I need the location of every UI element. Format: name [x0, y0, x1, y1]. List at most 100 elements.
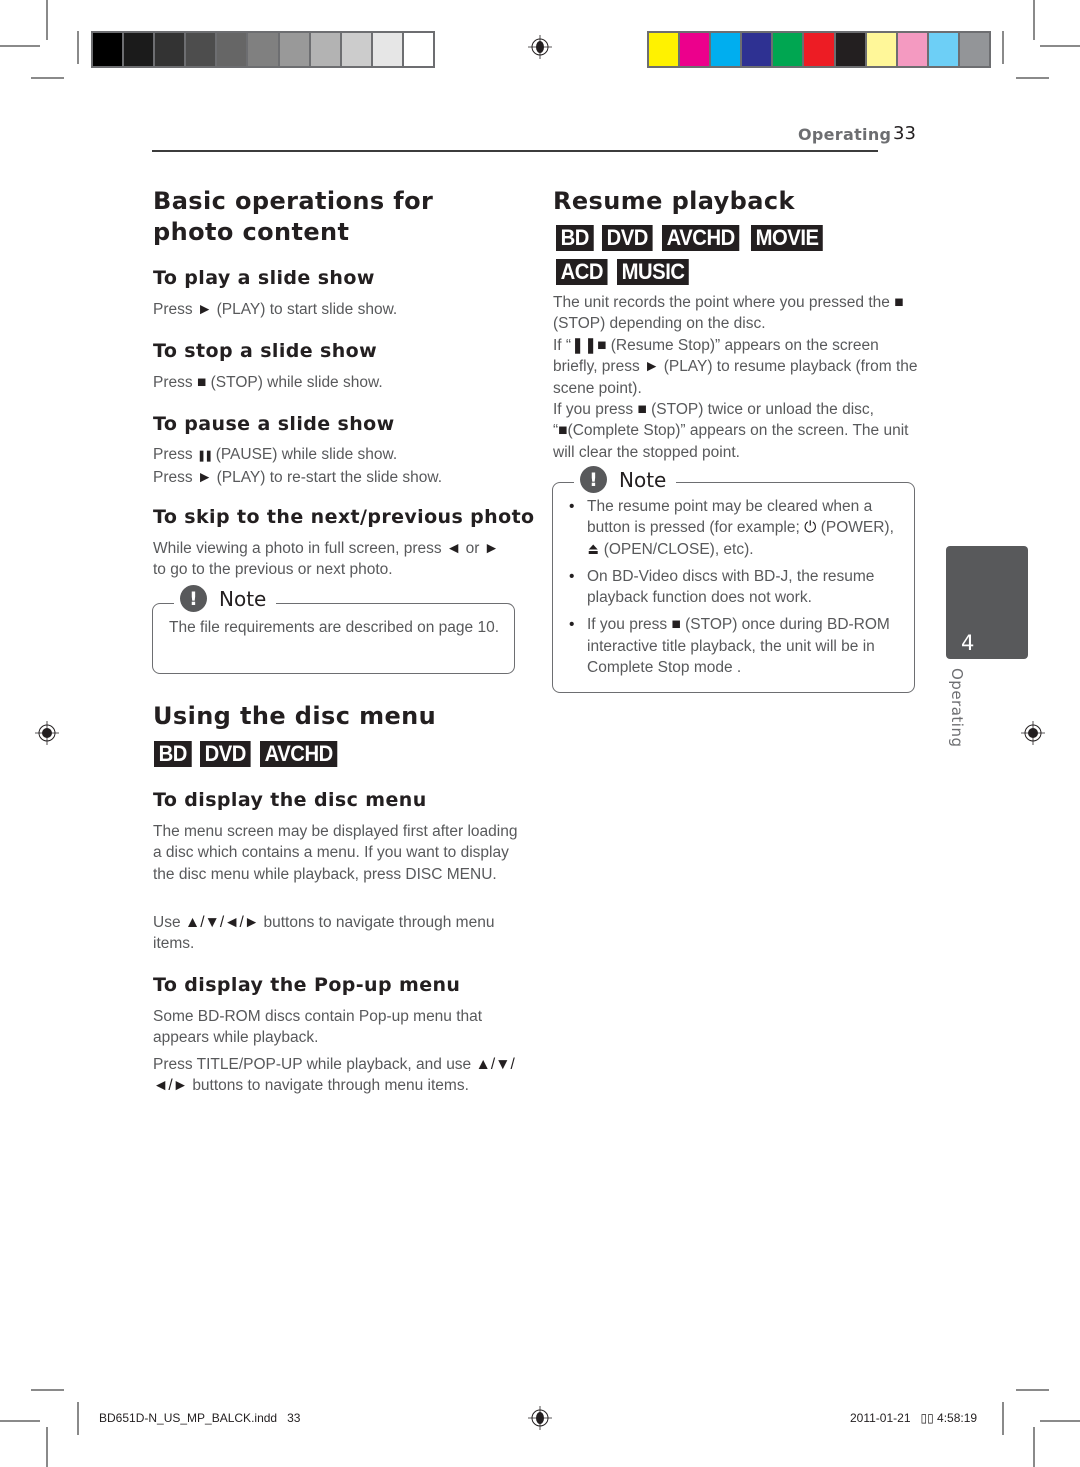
crop-mark [46, 0, 48, 40]
note-item: The resume point may be cleared when a b… [565, 496, 901, 560]
resume-stop-icon: ❚❚■ [571, 337, 607, 354]
gray-swatch [186, 33, 216, 66]
note-item: If you press ■ (STOP) once during BD-ROM… [565, 614, 901, 678]
text: Press TITLE/POP-UP while playback, and u… [153, 1056, 472, 1073]
crop-mark [31, 1389, 64, 1391]
chapter-label: Operating [948, 668, 966, 748]
exclamation-icon: ! [180, 585, 207, 612]
text: (PLAY) to re-start the slide show. [216, 469, 443, 487]
crop-mark [1002, 31, 1004, 64]
power-icon: ⏻ [804, 519, 817, 537]
crop-mark [1002, 1402, 1004, 1435]
left-arrow-icon: ◄ [445, 540, 462, 557]
crop-mark [31, 77, 64, 79]
note-item: On BD-Video discs with BD-J, the resume … [565, 566, 901, 609]
gray-swatch [248, 33, 278, 66]
text: Press [153, 469, 193, 487]
note-label: Note [219, 586, 267, 611]
text: (POWER), [820, 519, 894, 537]
text: The unit records the point where you pre… [553, 294, 890, 311]
paragraph-navigate: Use ▲/▼/◄/► buttons to navigate through … [153, 912, 513, 955]
color-bar [647, 31, 991, 68]
color-swatch [866, 33, 896, 66]
play-icon: ► [196, 469, 213, 487]
subheading-display-disc-menu: To display the disc menu [153, 789, 427, 811]
text: Use [153, 914, 181, 931]
registration-mark-icon [528, 35, 552, 59]
paragraph-popup-2: Press TITLE/POP-UP while playback, and u… [153, 1054, 523, 1097]
color-swatch [711, 33, 741, 66]
gray-swatch [93, 33, 123, 66]
text: If you press [553, 401, 634, 418]
stop-icon: ■ [671, 616, 681, 634]
paragraph-skip-photo: While viewing a photo in full screen, pr… [153, 538, 513, 581]
section-title-resume: Resume playback [553, 187, 795, 215]
subheading-stop-slideshow: To stop a slide show [153, 340, 378, 362]
crop-mark [0, 45, 40, 47]
crop-mark [1033, 0, 1035, 40]
note-label: Note [619, 467, 667, 492]
text: Press [153, 301, 193, 318]
disc-badge-avchd: AVCHD [259, 741, 338, 767]
disc-badge-dvd: DVD [199, 741, 251, 767]
left-right-arrows-icon: ◄/► [153, 1077, 188, 1095]
text: (Complete Stop)” appears on the screen. … [553, 422, 909, 461]
slug-timestamp: 2011-01-21 ▯▯ 4:58:19 [850, 1411, 978, 1425]
paragraph-stop-slideshow: Press ■ (STOP) while slide show. [153, 372, 383, 393]
running-header-section: Operating [798, 125, 892, 144]
gray-swatch [372, 33, 402, 66]
eject-icon: ⏏ [587, 540, 600, 558]
color-swatch [897, 33, 927, 66]
chapter-number: 4 [961, 631, 975, 655]
registration-mark-icon [528, 1406, 552, 1430]
text: (PAUSE) while slide show. [215, 446, 398, 463]
disc-badges: BD DVD AVCHD MOVIE ACD MUSIC [556, 225, 886, 285]
header-rule [152, 150, 878, 152]
crop-mark [46, 1427, 48, 1467]
registration-mark-icon [35, 721, 59, 745]
play-icon: ► [196, 301, 213, 318]
exclamation-icon: ! [580, 466, 607, 493]
crop-mark [1040, 45, 1080, 47]
gray-swatch [403, 33, 434, 66]
gray-swatch [341, 33, 371, 66]
direction-arrows-icon: ▲/▼/◄/► [184, 914, 260, 931]
note-box-photo: The file requirements are described on p… [152, 603, 515, 674]
stop-icon: ■ [637, 401, 647, 418]
gray-swatch [279, 33, 309, 66]
slug-filename: BD651D-N_US_MP_BALCK.indd 33 [99, 1411, 301, 1425]
subheading-popup-menu: To display the Pop-up menu [153, 974, 461, 996]
note-header: ! Note [574, 466, 677, 493]
crop-mark [77, 31, 79, 64]
subheading-play-slideshow: To play a slide show [153, 267, 375, 289]
chapter-tab: 4 [946, 546, 1028, 659]
disc-badge-movie: MOVIE [750, 225, 823, 251]
color-swatch [928, 33, 958, 66]
paragraph-popup-1: Some BD-ROM discs contain Pop-up menu th… [153, 1008, 483, 1047]
crop-mark [1040, 1420, 1080, 1422]
disc-badge-bd: BD [556, 225, 594, 251]
text: (STOP) depending on the disc. [553, 315, 766, 333]
section-title-disc-menu: Using the disc menu [153, 702, 437, 730]
text: While viewing a photo in full screen, pr… [153, 540, 442, 557]
crop-mark [1016, 1389, 1049, 1391]
disc-badges: BD DVD AVCHD [154, 741, 514, 767]
color-swatch [649, 33, 679, 66]
gray-swatch [155, 33, 185, 66]
subheading-pause-slideshow: To pause a slide show [153, 413, 395, 435]
right-arrow-icon: ► [483, 540, 500, 557]
crop-mark [1033, 1427, 1035, 1467]
disc-badge-music: MUSIC [617, 259, 690, 285]
registration-mark-icon [1021, 721, 1045, 745]
paragraph-play-slideshow: Press ► (PLAY) to start slide show. [153, 299, 397, 320]
text: (OPEN/CLOSE), etc). [603, 540, 754, 558]
disc-badge-acd: ACD [556, 259, 608, 285]
gray-swatch [124, 33, 154, 66]
text: If “ [553, 337, 572, 354]
text: (PLAY) to start slide show. [216, 301, 398, 318]
text: On BD-Video discs with BD-J, the resume … [587, 567, 875, 607]
color-swatch [680, 33, 710, 66]
paragraph-display-disc-menu: The menu screen may be displayed first a… [153, 823, 518, 883]
pause-icon: ❚❚ [196, 450, 214, 462]
text: buttons to navigate through menu items. [192, 1077, 469, 1095]
